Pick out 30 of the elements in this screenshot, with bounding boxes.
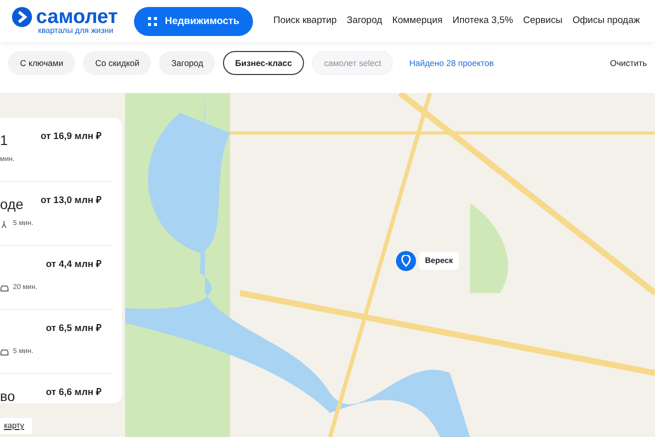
nav-link[interactable]: Загород <box>346 14 382 28</box>
real-estate-button[interactable]: Недвижимость <box>134 6 254 36</box>
clear-filters-link[interactable]: Очистить <box>610 56 647 70</box>
nav-link[interactable]: Офисы продаж <box>572 14 640 28</box>
project-price: от 6,5 млн ₽ <box>46 322 102 336</box>
nav-link[interactable]: Сервисы <box>523 14 562 28</box>
filter-chip[interactable]: С ключами <box>8 50 76 76</box>
project-title: 1 <box>0 131 8 150</box>
logo-icon <box>12 7 32 27</box>
grid-icon <box>148 16 157 26</box>
walk-icon <box>0 220 9 228</box>
filter-chip[interactable]: Бизнес-класс <box>223 50 304 76</box>
nav-link[interactable]: Ипотека 3,5% <box>452 14 514 28</box>
car-icon <box>0 284 9 292</box>
project-title: оде <box>0 195 24 214</box>
project-price: от 16,9 млн ₽ <box>40 130 102 144</box>
filter-chip[interactable]: Со скидкой <box>83 50 152 76</box>
logo-text: самолет <box>36 7 118 27</box>
nav-link[interactable]: Поиск квартир <box>273 14 337 28</box>
car-icon <box>0 348 9 356</box>
project-price: от 6,6 млн ₽ <box>46 386 102 400</box>
logo-tagline: кварталы для жизни <box>38 27 114 35</box>
project-title: во <box>0 387 16 406</box>
filter-chip[interactable]: Загород <box>159 50 216 76</box>
map-pin-label[interactable]: Вереск <box>419 252 459 270</box>
project-price: от 13,0 млн ₽ <box>40 194 102 208</box>
results-count: Найдено 28 проектов <box>409 56 494 70</box>
nav-link[interactable]: Коммерция <box>392 14 443 28</box>
project-price: от 4,4 млн ₽ <box>46 258 102 272</box>
show-map-link[interactable]: карту <box>0 418 32 434</box>
